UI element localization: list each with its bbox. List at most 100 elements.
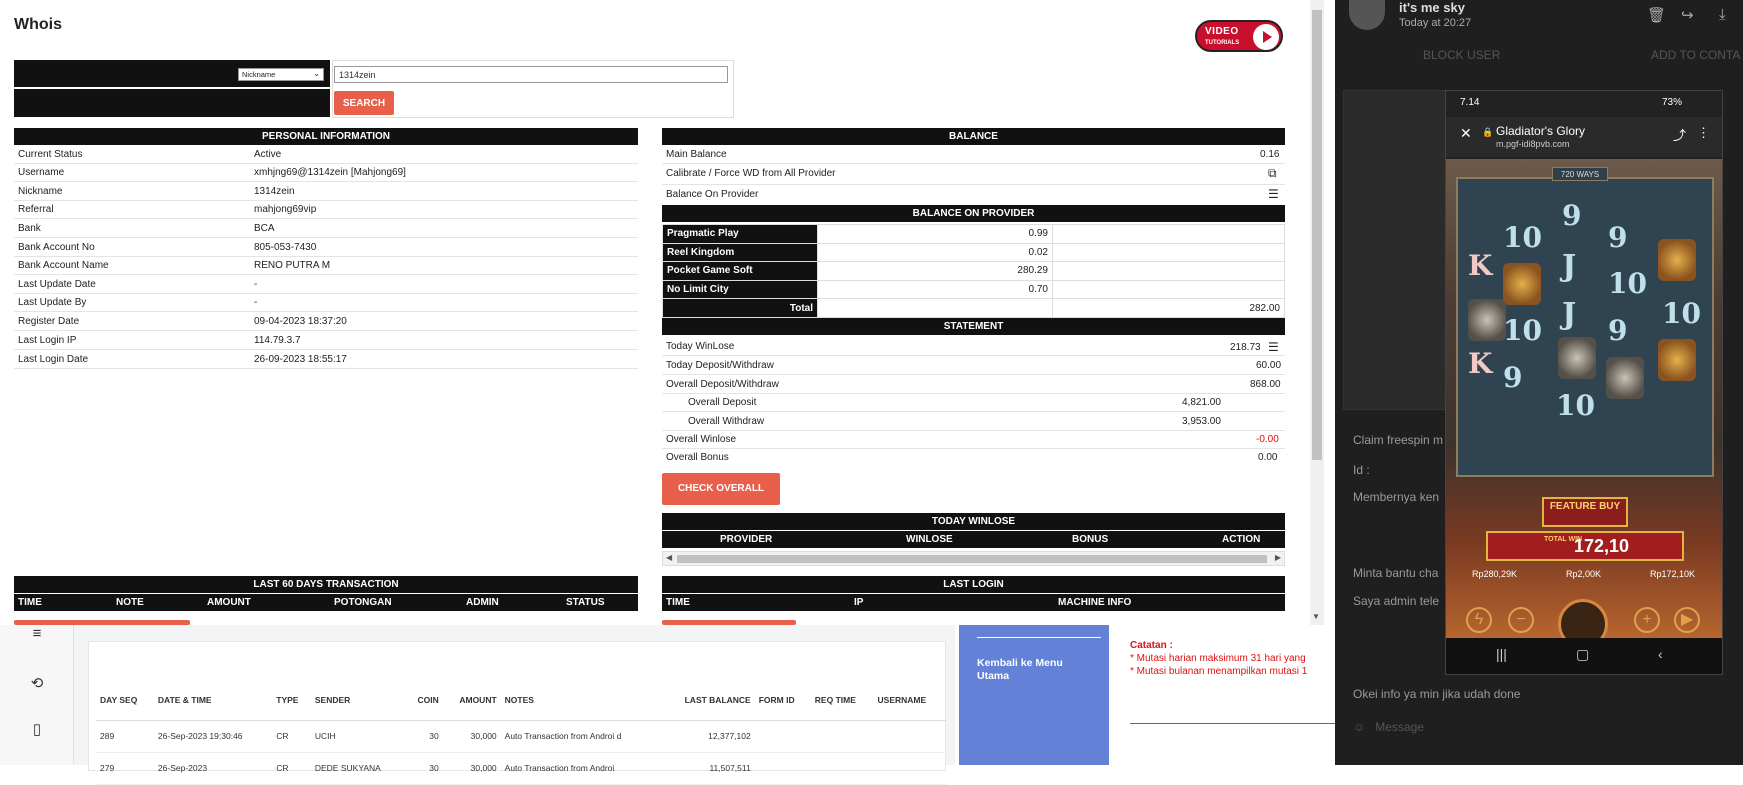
message-input[interactable]: ☺ Message: [1353, 720, 1723, 748]
balance-on-provider-header: BALANCE ON PROVIDER: [662, 205, 1285, 222]
download-icon[interactable]: ⤓: [1719, 6, 1726, 23]
chat-timestamp: Today at 20:27: [1399, 17, 1472, 29]
close-icon[interactable]: ✕: [1460, 125, 1472, 142]
symbol-j: J: [1562, 297, 1577, 332]
divider: [14, 200, 638, 201]
label-bank-account-name: Bank Account Name: [18, 260, 109, 271]
vertical-scrollbar[interactable]: ▼: [1310, 0, 1324, 625]
game-win: Rp172,10K: [1650, 569, 1696, 579]
value-current-status: Active: [254, 149, 282, 160]
background-app: ≡ ⟲ ▯ DAY SEQ DATE & TIME TYPE SENDER CO…: [0, 625, 955, 785]
label-last-login-ip: Last Login IP: [18, 335, 77, 346]
empty-cell: [1052, 224, 1285, 244]
minus-icon[interactable]: −: [1508, 607, 1534, 633]
add-contact-button[interactable]: ADD TO CONTA: [1651, 48, 1740, 62]
cell: 12,377,102: [660, 720, 755, 753]
phone-nav-bar: ||| ▢ ‹: [1446, 638, 1722, 674]
empty-cell: [1052, 242, 1285, 263]
value-bank: BCA: [254, 223, 275, 234]
divider: [14, 181, 638, 182]
col-time: TIME: [666, 597, 690, 608]
external-link-icon[interactable]: ⧉: [1268, 166, 1277, 181]
turbo-icon[interactable]: ϟ: [1466, 607, 1492, 633]
scroll-down-icon[interactable]: ▼: [1312, 612, 1320, 621]
book-icon[interactable]: ▯: [28, 721, 46, 739]
col-time: TIME: [18, 597, 42, 608]
cell: UCIH: [310, 720, 406, 753]
col-admin: ADMIN: [466, 597, 499, 608]
last-login-columns: TIME IP MACHINE INFO: [662, 594, 1285, 611]
empty-cell: [817, 298, 1053, 318]
back-to-menu-link[interactable]: Kembali ke Menu Utama: [977, 657, 1097, 683]
provider-name: Pocket Game Soft: [662, 261, 818, 281]
list-icon[interactable]: ☰: [1268, 187, 1279, 201]
scroll-right-icon[interactable]: ▶: [1275, 553, 1281, 562]
symbol-k: K: [1468, 347, 1493, 380]
label-referral: Referral: [18, 204, 54, 215]
page-title: Whois: [14, 16, 62, 33]
phone-status-bar: 7.14 73%: [1446, 91, 1722, 111]
load-more-button[interactable]: [14, 620, 190, 625]
search-input[interactable]: [334, 66, 728, 83]
whois-window: Whois VIDEO TUTORIALS Nickname ⌄ SEARCH …: [0, 0, 1324, 625]
symbol-9: 9: [1608, 314, 1628, 347]
home-icon[interactable]: ▢: [1576, 646, 1589, 663]
divider: [14, 237, 638, 238]
block-user-button[interactable]: BLOCK USER: [1423, 48, 1500, 62]
symbol-10: 10: [1503, 221, 1542, 254]
table-row[interactable]: 279 26-Sep-2023 CR DEDE SUKYANA 30 30,00…: [96, 752, 946, 785]
scroll-thumb[interactable]: [677, 555, 1267, 563]
scroll-left-icon[interactable]: ◀: [666, 553, 672, 562]
col-amount: AMOUNT: [442, 680, 501, 721]
divider: [662, 411, 1285, 412]
bank-side-menu: Kembali ke Menu Utama: [959, 625, 1109, 765]
provider-name: Reel Kingdom: [662, 242, 818, 263]
today-winlose-header: TODAY WINLOSE: [662, 513, 1285, 530]
symbol-9: 9: [1503, 361, 1523, 394]
symbol-gladiator: [1658, 339, 1696, 381]
horizontal-scrollbar[interactable]: ◀ ▶: [662, 551, 1285, 566]
phone-screenshot[interactable]: 7.14 73% ✕ 🔒 Gladiator's Glory m.pgf-idi…: [1445, 90, 1723, 675]
divider: [662, 355, 1285, 356]
trash-icon[interactable]: 🗑: [1647, 6, 1666, 24]
overall-winlose-label: Overall Winlose: [666, 434, 737, 445]
list-icon[interactable]: ☰: [1268, 340, 1279, 354]
col-day-seq: DAY SEQ: [96, 680, 154, 721]
notes-title: Catatan :: [1130, 640, 1173, 651]
empty-cell: [1052, 261, 1285, 281]
symbol-helmet: [1606, 357, 1644, 399]
divider: [14, 349, 638, 350]
feature-buy-button[interactable]: FEATURE BUY: [1542, 497, 1628, 527]
chat-message: Membernya ken: [1353, 490, 1440, 504]
share-icon[interactable]: ⤴: [1673, 125, 1686, 144]
more-icon[interactable]: ⋮: [1697, 125, 1710, 141]
slot-game[interactable]: K 10 10 9 K 9 J J 10 9 10 9 10 720 WAYS …: [1446, 159, 1722, 649]
personal-info-header: PERSONAL INFORMATION: [14, 128, 638, 145]
balance-header: BALANCE: [662, 128, 1285, 145]
load-more-button[interactable]: [662, 620, 796, 625]
cell: 26-Sep-2023 19:30:46: [153, 720, 273, 753]
cell: DEDE SUKYANA: [310, 752, 406, 785]
search-button[interactable]: SEARCH: [334, 91, 394, 115]
divider: [1130, 723, 1335, 724]
menu-icon[interactable]: ≡: [28, 625, 46, 643]
search-type-select[interactable]: Nickname ⌄: [238, 68, 324, 81]
page-domain: m.pgf-idi8pvb.com: [1496, 139, 1570, 149]
divider: [14, 311, 638, 312]
video-label: VIDEO: [1205, 26, 1239, 37]
recent-apps-icon[interactable]: |||: [1496, 646, 1507, 662]
cell: [873, 720, 946, 753]
back-icon[interactable]: ‹: [1658, 646, 1663, 662]
value-last-login-ip: 114.79.3.7: [254, 335, 301, 346]
avatar: [1349, 0, 1385, 30]
autoplay-icon[interactable]: ▶: [1674, 607, 1700, 633]
status-battery: 73%: [1661, 97, 1682, 108]
today-winlose-columns: PROVIDER WINLOSE BONUS ACTION: [662, 531, 1285, 548]
video-tutorials-button[interactable]: VIDEO TUTORIALS: [1195, 20, 1283, 52]
scroll-thumb[interactable]: [1312, 10, 1322, 460]
check-overall-button[interactable]: CHECK OVERALL: [662, 473, 780, 505]
plus-icon[interactable]: +: [1634, 607, 1660, 633]
share-icon[interactable]: ↪: [1681, 6, 1694, 24]
table-row[interactable]: 289 26-Sep-2023 19:30:46 CR UCIH 30 30,0…: [96, 720, 946, 753]
history-icon[interactable]: ⟲: [28, 675, 46, 693]
